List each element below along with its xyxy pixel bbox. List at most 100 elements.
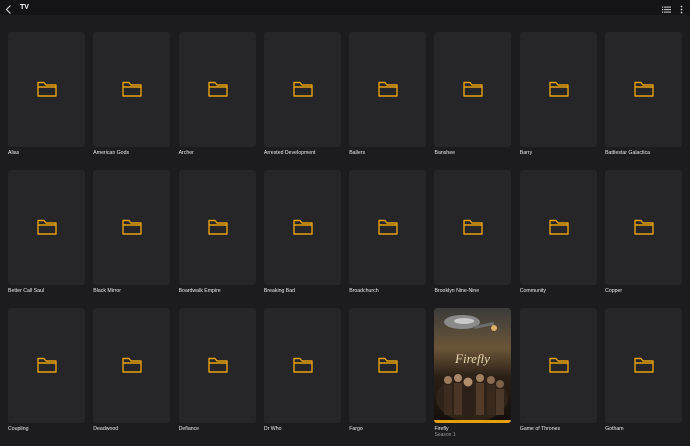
- item-title: Dr Who: [263, 426, 282, 432]
- library-item[interactable]: Boardwalk Empire: [178, 170, 256, 308]
- folder-icon: [37, 219, 57, 235]
- item-title: Battlestar Galactica: [605, 150, 651, 156]
- library-item[interactable]: Archer: [178, 32, 256, 170]
- item-title: Breaking Bad: [263, 288, 296, 294]
- library-item[interactable]: Fargo: [349, 308, 427, 446]
- folder-icon: [634, 357, 654, 373]
- library-item[interactable]: Brooklyn Nine-Nine: [434, 170, 512, 308]
- library-item[interactable]: Battlestar Galactica: [605, 32, 683, 170]
- item-title: Community: [519, 288, 547, 294]
- folder-icon: [463, 81, 484, 97]
- folder-icon: [463, 219, 484, 235]
- library-item[interactable]: Better Call Saul: [8, 170, 85, 308]
- poster-placeholder: [263, 32, 341, 147]
- top-bar: TV: [0, 0, 690, 15]
- library-item[interactable]: Coupling: [8, 308, 85, 446]
- library-grid: Alias American Gods Archer Arrested Deve…: [8, 32, 684, 446]
- item-title: Defiance: [178, 426, 200, 432]
- item-title: Better Call Saul: [8, 288, 45, 294]
- watch-progress-bar: [434, 420, 512, 423]
- folder-icon: [293, 219, 313, 235]
- folder-icon: [37, 81, 57, 97]
- library-item[interactable]: Community: [519, 170, 597, 308]
- poster-placeholder: [605, 170, 683, 285]
- folder-icon: [37, 357, 57, 373]
- library-item[interactable]: Ballers: [349, 32, 427, 170]
- folder-icon: [549, 219, 569, 235]
- folder-icon: [634, 81, 654, 97]
- folder-icon: [378, 81, 398, 97]
- library-item-firefly[interactable]: Firefly Firefly Season 1: [434, 308, 512, 446]
- item-title: Ballers: [349, 150, 366, 156]
- firefly-poster-art: Firefly: [434, 308, 512, 423]
- list-view-button[interactable]: [661, 2, 672, 13]
- poster-placeholder: [8, 170, 85, 285]
- library-item[interactable]: Deadwood: [93, 308, 171, 446]
- page-title: TV: [20, 4, 29, 11]
- poster-placeholder: [93, 32, 171, 147]
- library-item[interactable]: Broadchurch: [349, 170, 427, 308]
- folder-icon: [207, 357, 228, 373]
- library-item[interactable]: Black Mirror: [93, 170, 171, 308]
- poster-placeholder: [349, 170, 427, 285]
- item-title: Copper: [605, 288, 623, 294]
- library-item[interactable]: Banshee: [434, 32, 512, 170]
- poster-placeholder: [519, 32, 597, 147]
- library-item[interactable]: Game of Thrones: [519, 308, 597, 446]
- folder-icon: [207, 81, 228, 97]
- poster-placeholder: [93, 170, 171, 285]
- library-item[interactable]: Dr Who: [263, 308, 341, 446]
- item-title: Fargo: [349, 426, 363, 432]
- poster-placeholder: [178, 170, 256, 285]
- library-item[interactable]: Copper: [605, 170, 683, 308]
- folder-icon: [122, 357, 142, 373]
- item-subtitle: Season 1: [434, 432, 456, 438]
- more-vertical-icon: [680, 5, 683, 14]
- poster-placeholder: [519, 308, 597, 423]
- poster-placeholder: [605, 32, 683, 147]
- library-item[interactable]: Arrested Development: [263, 32, 341, 170]
- poster-placeholder: [93, 308, 171, 423]
- item-title: Game of Thrones: [519, 426, 561, 432]
- item-title: Alias: [8, 150, 20, 156]
- poster-image: Firefly: [434, 308, 512, 423]
- folder-icon: [293, 81, 313, 97]
- library-item[interactable]: Defiance: [178, 308, 256, 446]
- item-title: Arrested Development: [263, 150, 316, 156]
- item-title: Barry: [519, 150, 533, 156]
- folder-icon: [122, 81, 142, 97]
- folder-icon: [293, 357, 313, 373]
- library-item[interactable]: American Gods: [93, 32, 171, 170]
- library-item[interactable]: Breaking Bad: [263, 170, 341, 308]
- item-title: American Gods: [93, 150, 130, 156]
- folder-icon: [207, 219, 228, 235]
- folder-icon: [549, 357, 569, 373]
- poster-placeholder: [263, 308, 341, 423]
- folder-icon: [634, 219, 654, 235]
- poster-logo-text: Firefly: [455, 351, 491, 366]
- list-icon: [662, 6, 671, 13]
- poster-placeholder: [434, 170, 512, 285]
- poster-placeholder: [434, 32, 512, 147]
- poster-placeholder: [519, 170, 597, 285]
- more-button[interactable]: [676, 2, 687, 14]
- poster-placeholder: [349, 308, 427, 423]
- library-item[interactable]: Barry: [519, 32, 597, 170]
- poster-placeholder: [8, 32, 85, 147]
- item-title: Gotham: [605, 426, 624, 432]
- item-title: Brooklyn Nine-Nine: [434, 288, 480, 294]
- library-item[interactable]: Gotham: [605, 308, 683, 446]
- item-title: Boardwalk Empire: [178, 288, 221, 294]
- back-button[interactable]: [4, 2, 14, 14]
- item-title: Broadchurch: [349, 288, 379, 294]
- item-title: Black Mirror: [93, 288, 121, 294]
- poster-placeholder: [605, 308, 683, 423]
- poster-placeholder: [178, 32, 256, 147]
- folder-icon: [378, 219, 398, 235]
- folder-icon: [122, 219, 142, 235]
- library-item[interactable]: Alias: [8, 32, 85, 170]
- item-title: Banshee: [434, 150, 455, 156]
- folder-icon: [549, 81, 569, 97]
- poster-placeholder: [178, 308, 256, 423]
- item-title: Coupling: [8, 426, 29, 432]
